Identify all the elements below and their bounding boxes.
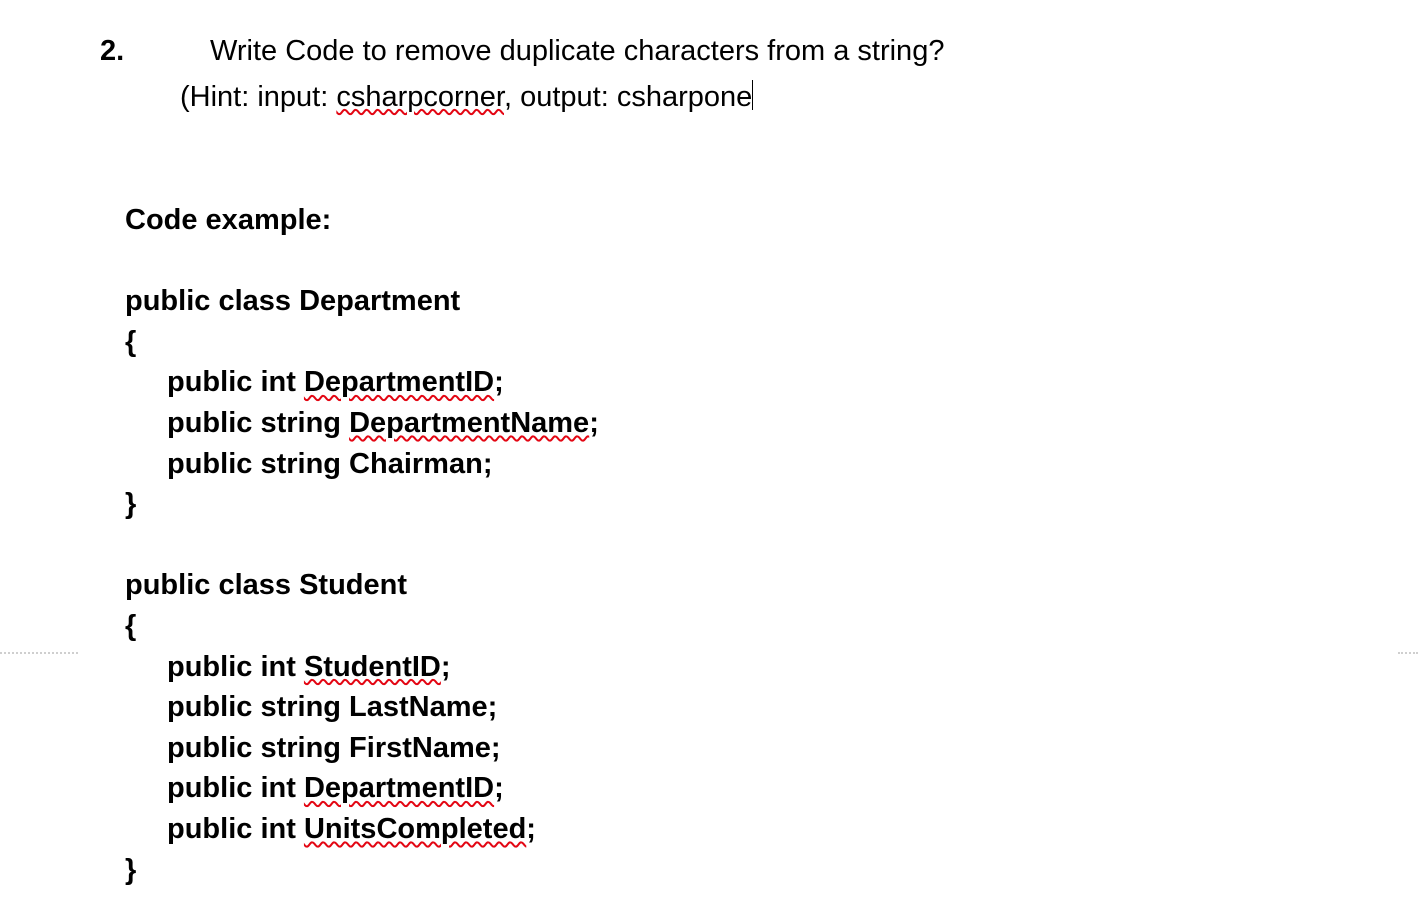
hint-prefix: (Hint: input: (180, 81, 336, 113)
code-text: public string Chairman; (167, 448, 492, 480)
code-heading: Code example: (125, 200, 599, 241)
code-stu-field-1: public int StudentID; (125, 647, 599, 688)
question-block: 2.Write Code to remove duplicate charact… (100, 30, 944, 119)
code-text: public int (167, 813, 304, 845)
spellcheck-word: DepartmentID (304, 366, 494, 398)
hint-input-word: csharpcorner (336, 81, 504, 113)
code-example-block: Code example: public class Department { … (125, 200, 599, 890)
spellcheck-word: StudentID (304, 651, 441, 683)
code-stu-field-3: public string FirstName; (125, 728, 599, 769)
code-blank (125, 241, 599, 282)
question-text: Write Code to remove duplicate character… (210, 35, 944, 67)
code-dept-field-3: public string Chairman; (125, 444, 599, 485)
code-text: ; (526, 813, 536, 845)
code-stu-field-2: public string LastName; (125, 687, 599, 728)
code-text: public int (167, 772, 304, 804)
page-break-guide-left (0, 651, 78, 654)
spellcheck-word: DepartmentID (304, 772, 494, 804)
code-text: public string FirstName; (167, 732, 501, 764)
code-text: ; (589, 407, 599, 439)
hint-line: (Hint: input: csharpcorner, output: csha… (180, 76, 944, 120)
code-brace-close: } (125, 484, 599, 525)
code-text: ; (494, 366, 504, 398)
code-brace-open: { (125, 322, 599, 363)
text-cursor-icon (752, 80, 753, 110)
code-brace-open: { (125, 606, 599, 647)
code-dept-field-1: public int DepartmentID; (125, 362, 599, 403)
spellcheck-word: DepartmentName (349, 407, 589, 439)
spellcheck-word: UnitsCompleted (304, 813, 526, 845)
code-blank (125, 525, 599, 566)
code-text: ; (494, 772, 504, 804)
code-dept-field-2: public string DepartmentName; (125, 403, 599, 444)
question-line: 2.Write Code to remove duplicate charact… (100, 30, 944, 74)
code-class-department: public class Department (125, 281, 599, 322)
code-stu-field-5: public int UnitsCompleted; (125, 809, 599, 850)
code-text: public string (167, 407, 349, 439)
hint-mid: , output: (504, 81, 617, 113)
code-text: ; (441, 651, 451, 683)
code-text: public string LastName; (167, 691, 497, 723)
code-stu-field-4: public int DepartmentID; (125, 768, 599, 809)
code-brace-close: } (125, 850, 599, 891)
page-break-guide-right (1398, 651, 1418, 654)
document-page: 2.Write Code to remove duplicate charact… (0, 0, 1418, 916)
code-text: public int (167, 366, 304, 398)
hint-output-word: csharpone (617, 81, 752, 113)
question-number: 2. (100, 30, 210, 74)
code-class-student: public class Student (125, 565, 599, 606)
code-text: public int (167, 651, 304, 683)
